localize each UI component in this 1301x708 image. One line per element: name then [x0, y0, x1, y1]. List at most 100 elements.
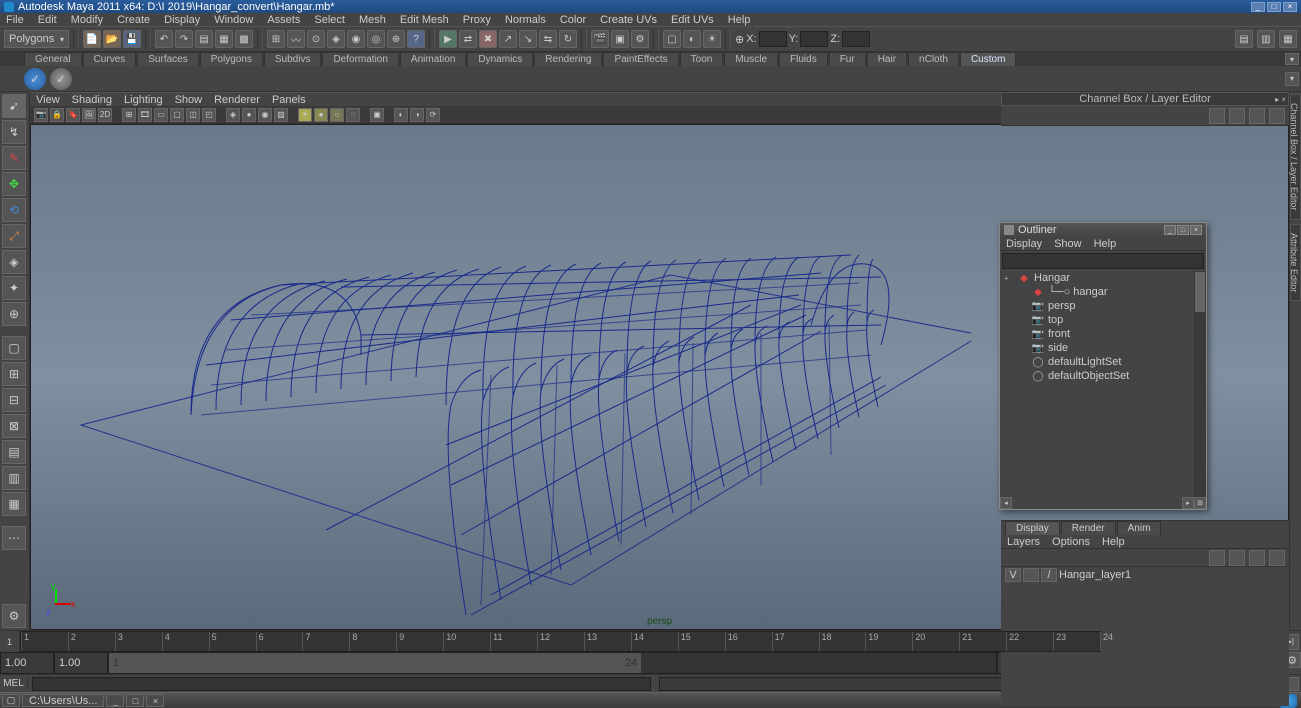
script-lang-label[interactable]: MEL [0, 678, 28, 689]
viewmenu-shading[interactable]: Shading [72, 94, 112, 106]
range-handle[interactable]: 124 [109, 653, 641, 673]
output-conn-icon[interactable]: ⇆ [539, 30, 557, 48]
input-list-icon[interactable]: ⇄ [459, 30, 477, 48]
output-list-icon[interactable]: ↘ [519, 30, 537, 48]
layer-menu-help[interactable]: Help [1102, 536, 1125, 548]
shelf-item-1[interactable]: ✓ [24, 68, 46, 90]
range-track[interactable]: 124 [108, 652, 997, 674]
minimize-button[interactable]: _ [1251, 2, 1265, 12]
shelf-tab-dynamics[interactable]: Dynamics [467, 52, 533, 66]
shelf-tab-rendering[interactable]: Rendering [534, 52, 602, 66]
cb-icon-2[interactable] [1229, 108, 1245, 124]
shelf-tab-general[interactable]: General [24, 52, 82, 66]
layer-list[interactable]: V/Hangar_layer1 [1001, 567, 1289, 693]
shelf-tab-surfaces[interactable]: Surfaces [137, 52, 198, 66]
redo-icon[interactable]: ↷ [175, 30, 193, 48]
layer-type[interactable] [1023, 568, 1039, 582]
outliner-node-persp[interactable]: 📷persp [1000, 299, 1206, 313]
menu-assets[interactable]: Assets [267, 14, 300, 26]
channelbox-close-icon[interactable]: ▸ × [1275, 95, 1286, 104]
x-input[interactable] [759, 31, 787, 47]
scale-tool[interactable]: ⤢ [2, 224, 26, 248]
y-input[interactable] [800, 31, 828, 47]
layer-tab-render[interactable]: Render [1061, 521, 1116, 535]
vi-light-none[interactable]: ◌ [346, 108, 360, 122]
vi-field[interactable]: ◫ [186, 108, 200, 122]
layer-tab-display[interactable]: Display [1005, 521, 1060, 535]
outliner-search[interactable] [1002, 253, 1204, 269]
outliner-node-side[interactable]: 📷side [1000, 341, 1206, 355]
viewmenu-panels[interactable]: Panels [272, 94, 306, 106]
vi-light-flat[interactable]: ○ [330, 108, 344, 122]
hscroll-grip-icon[interactable]: ⊞ [1194, 497, 1206, 509]
outliner-node-top[interactable]: 📷top [1000, 313, 1206, 327]
shelf-tab-hair[interactable]: Hair [867, 52, 907, 66]
new-scene-icon[interactable]: 📄 [83, 30, 101, 48]
snap-op-icon[interactable]: ⊕ [387, 30, 405, 48]
vi-wireshade[interactable]: ◉ [258, 108, 272, 122]
persp-outliner-icon[interactable]: ⊟ [2, 388, 26, 412]
taskbar-max-icon[interactable]: □ [126, 694, 144, 707]
range-start-outer[interactable]: 1.00 [0, 652, 54, 674]
outliner-close-button[interactable]: × [1190, 225, 1202, 235]
viewmenu-renderer[interactable]: Renderer [214, 94, 260, 106]
vi-select-cam[interactable]: 📷 [34, 108, 48, 122]
vi-light-def[interactable]: ● [314, 108, 328, 122]
construct-hist-icon[interactable]: ✖ [479, 30, 497, 48]
menu-edit[interactable]: Edit [38, 14, 57, 26]
snap-point-icon[interactable]: ⊙ [307, 30, 325, 48]
outliner-vscroll[interactable] [1194, 271, 1206, 497]
outliner-node-front[interactable]: 📷front [1000, 327, 1206, 341]
outliner-max-button[interactable]: □ [1177, 225, 1189, 235]
last-tool[interactable]: ⊕ [2, 302, 26, 326]
vi-lock-cam[interactable]: 🔒 [50, 108, 64, 122]
shelf-tab-fluids[interactable]: Fluids [779, 52, 828, 66]
layer-icon-1[interactable] [1209, 550, 1225, 566]
viewmenu-show[interactable]: Show [175, 94, 203, 106]
sel-obj-icon[interactable]: ▦ [215, 30, 233, 48]
shelf-tab-custom[interactable]: Custom [960, 52, 1016, 66]
shelf-tab-fur[interactable]: Fur [829, 52, 866, 66]
menu-mesh[interactable]: Mesh [359, 14, 386, 26]
snap-grid-icon[interactable]: ⊞ [267, 30, 285, 48]
menu-set-dropdown[interactable]: Polygons [4, 30, 69, 48]
menu-editmesh[interactable]: Edit Mesh [400, 14, 449, 26]
vi-gate[interactable]: ▭ [154, 108, 168, 122]
hypershade-view-icon[interactable]: ⊠ [2, 414, 26, 438]
shelf-tab-toon[interactable]: Toon [680, 52, 724, 66]
menu-color[interactable]: Color [560, 14, 586, 26]
render-settings-icon[interactable]: ⚙ [631, 30, 649, 48]
snap-view-icon[interactable]: ◉ [347, 30, 365, 48]
outliner-menu-display[interactable]: Display [1006, 238, 1042, 250]
menu-modify[interactable]: Modify [71, 14, 103, 26]
menu-file[interactable]: File [6, 14, 24, 26]
show-cb-icon[interactable]: ▦ [1279, 30, 1297, 48]
menu-window[interactable]: Window [214, 14, 253, 26]
layer-vis[interactable]: V [1005, 568, 1021, 582]
render-view-icon[interactable]: ▢ [663, 30, 681, 48]
vi-renderer[interactable]: ⟳ [426, 108, 440, 122]
outliner-node-defaultobjectset[interactable]: ◯defaultObjectSet [1000, 369, 1206, 383]
outliner-hscroll[interactable]: ◂ ▸ ⊞ [1000, 497, 1206, 509]
script-icon[interactable]: ▦ [2, 492, 26, 516]
shelf-tab-animation[interactable]: Animation [400, 52, 466, 66]
shelf-tab-curves[interactable]: Curves [83, 52, 137, 66]
vi-tex[interactable]: ▨ [274, 108, 288, 122]
cb-icon-1[interactable] [1209, 108, 1225, 124]
layer-row[interactable]: V/Hangar_layer1 [1001, 567, 1289, 583]
menu-display[interactable]: Display [164, 14, 200, 26]
outliner-min-button[interactable]: _ [1164, 225, 1176, 235]
snap-plane-icon[interactable]: ◈ [327, 30, 345, 48]
light-icon[interactable]: ☀ [703, 30, 721, 48]
custom-icon[interactable]: ⋯ [2, 526, 26, 550]
show-tool-icon[interactable]: ▥ [1257, 30, 1275, 48]
soft-mod-tool[interactable]: ✦ [2, 276, 26, 300]
input-op-icon[interactable]: ▶ [439, 30, 457, 48]
outliner-node-hangar[interactable]: ◆└─○ hangar [1000, 285, 1206, 299]
vi-safe[interactable]: ◰ [202, 108, 216, 122]
shelf-options-icon[interactable]: ▾ [1285, 72, 1299, 86]
shelf-tab-ncloth[interactable]: nCloth [908, 52, 959, 66]
viewmenu-lighting[interactable]: Lighting [124, 94, 163, 106]
layer-icon-3[interactable] [1249, 550, 1265, 566]
tool-settings-icon[interactable]: ⚙ [2, 604, 26, 628]
